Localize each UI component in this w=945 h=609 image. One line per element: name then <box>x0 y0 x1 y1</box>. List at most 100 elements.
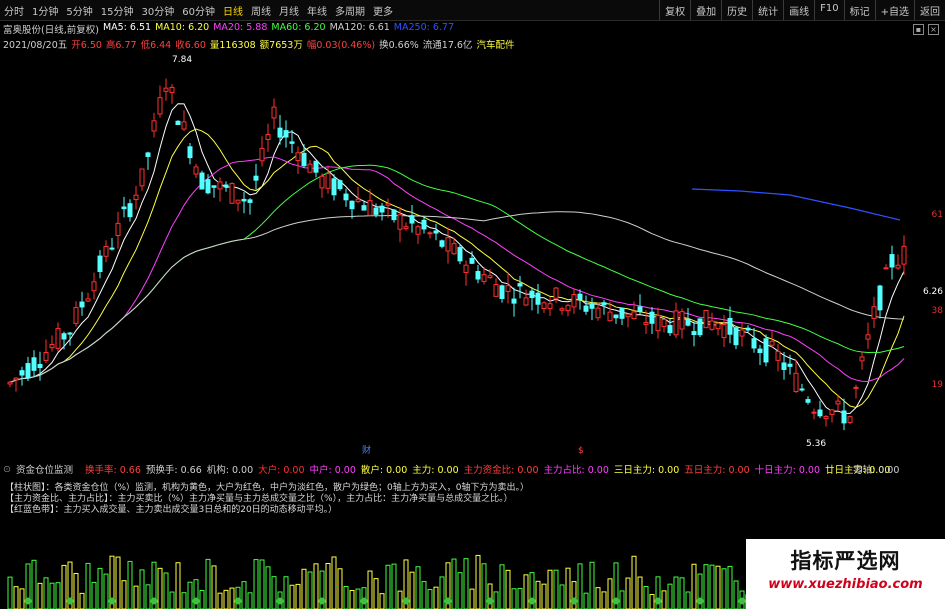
candle-body <box>877 285 883 311</box>
signal-dot <box>486 597 494 605</box>
tool-button-3[interactable]: 统计 <box>752 0 783 20</box>
candle-body <box>205 179 211 194</box>
candle-body <box>559 308 565 311</box>
indicator-bar <box>469 588 475 609</box>
candle-body <box>187 146 193 159</box>
candle-body <box>163 87 169 92</box>
period-tab-8[interactable]: 月线 <box>275 2 303 18</box>
candle-body <box>61 333 67 340</box>
candle-body <box>883 267 889 270</box>
signal-dot <box>612 597 620 605</box>
indicator-bar <box>517 587 523 609</box>
candle-body <box>781 362 787 370</box>
candle-body <box>85 298 91 302</box>
tool-button-0[interactable]: 复权 <box>659 0 690 20</box>
period-tab-10[interactable]: 多周期 <box>331 2 369 18</box>
indicator-bar <box>397 590 403 609</box>
period-tab-4[interactable]: 30分钟 <box>137 2 178 18</box>
period-tab-9[interactable]: 年线 <box>303 2 331 18</box>
candle-body <box>121 206 127 210</box>
indicator-bar <box>553 569 559 609</box>
candle-body <box>7 381 13 385</box>
candle-body <box>145 152 151 157</box>
indicator-bar <box>691 563 697 609</box>
candle-body <box>193 166 199 175</box>
candle-body <box>691 331 697 336</box>
candle-body <box>577 293 583 301</box>
indicator-bar <box>559 584 565 609</box>
candle-body <box>637 306 643 312</box>
indicator-bar <box>175 562 181 609</box>
candle-body <box>445 237 451 252</box>
candle-body <box>583 305 589 312</box>
ma10-value: MA10: 6.20 <box>155 22 210 33</box>
kline-chart[interactable]: 7.84 5.36 财 $ <box>0 48 945 460</box>
period-tab-2[interactable]: 5分钟 <box>62 2 96 18</box>
indicator-bar <box>673 576 679 609</box>
candle-body <box>715 322 721 330</box>
candle-body <box>823 415 829 420</box>
period-tab-7[interactable]: 周线 <box>247 2 275 18</box>
indicator-bar <box>541 583 547 609</box>
candle-body <box>91 281 97 292</box>
candle-body <box>13 377 19 381</box>
indicator-bar <box>667 583 673 609</box>
candle-body <box>223 184 229 188</box>
indicator-bar <box>265 566 271 609</box>
indicator-bar <box>241 581 247 609</box>
indicator-bar <box>433 586 439 609</box>
indicator-item-4: 中户: 0.00 <box>309 465 356 476</box>
ma-line-20 <box>9 156 905 383</box>
tool-button-2[interactable]: 历史 <box>721 0 752 20</box>
period-tab-11[interactable]: 更多 <box>369 2 397 18</box>
indicator-bar <box>289 584 295 609</box>
candle-body <box>889 254 895 268</box>
candle-body <box>115 222 121 237</box>
signal-dot <box>360 597 368 605</box>
indicator-bar <box>157 567 163 609</box>
indicator-item-11: 十日主力: 0.00 <box>754 465 820 476</box>
tool-button-6[interactable]: 标记 <box>843 0 875 20</box>
candle-body <box>265 133 271 140</box>
tool-button-1[interactable]: 叠加 <box>690 0 721 20</box>
candle-body <box>439 240 445 247</box>
candle-body <box>775 351 781 361</box>
tool-button-4[interactable]: 画线 <box>783 0 814 20</box>
candle-body <box>607 311 613 322</box>
candle-body <box>67 332 73 335</box>
indicator-bar <box>337 568 343 609</box>
panel-close-icon[interactable]: × <box>928 24 939 35</box>
candle-body <box>535 292 541 305</box>
watermark-url: www.xuezhibiao.com <box>768 577 923 592</box>
candle-body <box>865 334 871 340</box>
tool-button-7[interactable]: +自选 <box>874 0 914 20</box>
indicator-bar <box>301 568 307 609</box>
period-tab-5[interactable]: 60分钟 <box>178 2 219 18</box>
candle-body <box>391 209 397 221</box>
candle-body <box>109 247 115 250</box>
indicator-bar <box>715 565 721 609</box>
indicator-name[interactable]: 资金仓位监测 <box>16 462 73 476</box>
panel-settings-icon[interactable]: ▪ <box>913 24 924 35</box>
period-tab-6[interactable]: 日线 <box>219 2 247 18</box>
candle-body <box>697 318 703 336</box>
indicator-bar <box>499 564 505 609</box>
period-tab-3[interactable]: 15分钟 <box>97 2 138 18</box>
tool-button-5[interactable]: F10 <box>814 0 843 20</box>
indicator-toggle-icon[interactable]: ⊙ <box>3 464 11 475</box>
signal-dot <box>24 597 32 605</box>
indicator-item-5: 散户: 0.00 <box>360 465 408 476</box>
indicator-bar <box>439 576 445 609</box>
candle-body <box>307 163 313 173</box>
indicator-bar <box>601 591 607 609</box>
candle-body <box>295 152 301 162</box>
period-tab-1[interactable]: 1分钟 <box>28 2 62 18</box>
ma250-value: MA250: 6.77 <box>393 22 454 33</box>
tool-button-8[interactable]: 返回 <box>914 0 945 20</box>
indicator-bar <box>367 570 373 609</box>
candle-body <box>403 226 409 230</box>
candle-body <box>787 363 793 367</box>
stock-name: 富奥股份(日线,前复权) <box>3 25 99 36</box>
event-marker-finance: 财 <box>362 444 371 456</box>
period-tab-0[interactable]: 分时 <box>0 2 28 18</box>
